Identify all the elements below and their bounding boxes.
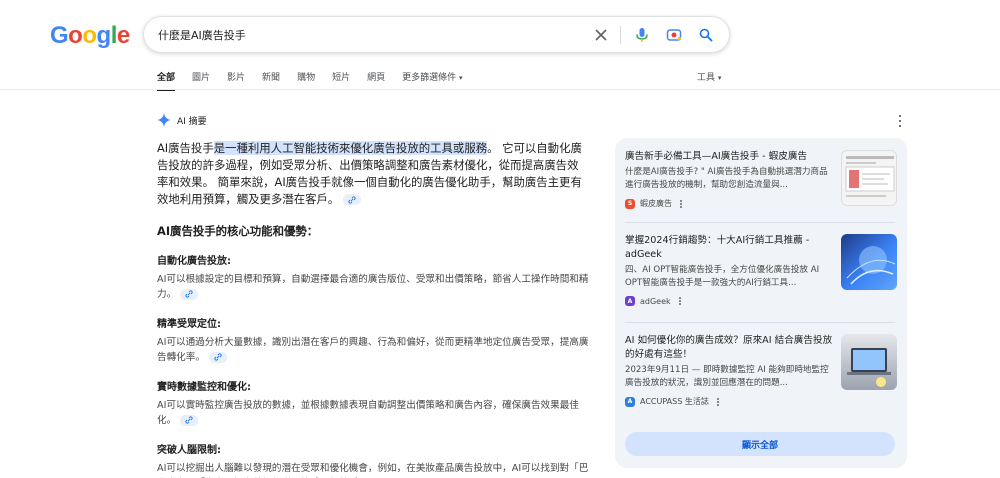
source-site-name: 蝦皮廣告 <box>640 199 672 208</box>
sources-panel: 廣告新手必備工具—AI廣告投手 - 蝦皮廣告 什麼是AI廣告投手? " AI廣告… <box>615 138 907 468</box>
source-card[interactable]: 廣告新手必備工具—AI廣告投手 - 蝦皮廣告 什麼是AI廣告投手? " AI廣告… <box>625 150 897 209</box>
feature-title: 自動化廣告投放: <box>157 256 231 267</box>
tab-shopping[interactable]: 購物 <box>297 70 315 91</box>
card-divider <box>625 322 895 323</box>
source-site: A ACCUPASS 生活誌 <box>625 396 897 407</box>
tab-web[interactable]: 網頁 <box>367 70 385 91</box>
source-snippet: 2023年9月11日 — 即時數據監控 AI 能夠即時地監控廣告投放的狀況，識別… <box>625 365 829 388</box>
chevron-down-icon: ▾ <box>459 74 463 82</box>
chevron-down-icon: ▾ <box>717 74 722 82</box>
accupass-favicon-icon: A <box>625 396 635 407</box>
lead-subject: AI廣告投手 <box>157 141 214 155</box>
microphone-icon[interactable] <box>631 24 653 46</box>
header-divider <box>0 89 1000 90</box>
source-title[interactable]: 廣告新手必備工具—AI廣告投手 - 蝦皮廣告 <box>625 150 833 164</box>
source-thumbnail <box>841 234 897 290</box>
section-title: AI廣告投手的核心功能和優勢： <box>157 224 319 238</box>
feature-text: AI可以根據設定的目標和預算，自動選擇最合適的廣告版位、受眾和出價策略，節省人工… <box>157 274 589 300</box>
tab-images[interactable]: 圖片 <box>192 70 210 91</box>
source-link-icon[interactable] <box>180 288 199 300</box>
source-snippet: 什麼是AI廣告投手? " AI廣告投手為自動挑選潛力商品進行廣告投放的機制，幫助… <box>625 167 828 190</box>
source-site: A adGeek <box>625 296 897 306</box>
more-options-icon[interactable] <box>896 115 904 127</box>
shopee-favicon-icon: S <box>625 198 635 209</box>
source-link-icon[interactable] <box>180 414 199 426</box>
more-options-icon[interactable] <box>678 297 681 305</box>
source-card[interactable]: 掌握2024行銷趨勢：十大AI行銷工具推薦 - adGeek 四、AI OPT智… <box>625 234 897 306</box>
ai-overview-header: AI 摘要 <box>157 113 207 127</box>
search-tabs: 全部 圖片 影片 新聞 購物 短片 網頁 更多篩選條件 ▾ <box>157 70 480 91</box>
clear-icon[interactable] <box>590 24 612 46</box>
search-divider <box>620 25 621 44</box>
ai-overview-lead: AI廣告投手是一種利用人工智能技術來優化廣告投放的工具或服務。 它可以自動化廣告… <box>157 140 589 208</box>
source-thumbnail <box>841 334 897 390</box>
source-link-icon[interactable] <box>343 194 362 205</box>
adgeek-favicon-icon: A <box>625 296 635 306</box>
google-logo[interactable]: Google <box>50 22 130 50</box>
tab-videos[interactable]: 影片 <box>227 70 245 91</box>
tab-more-filters[interactable]: 更多篩選條件 ▾ <box>402 70 462 91</box>
feature-text: AI可以實時監控廣告投放的數據，並根據數據表現自動調整出價策略和廣告內容，確保廣… <box>157 400 579 426</box>
search-box[interactable] <box>143 16 730 53</box>
source-site-name: ACCUPASS 生活誌 <box>640 397 709 406</box>
search-input[interactable] <box>158 28 580 41</box>
feature-body: AI可以通過分析大量數據，識別出潛在客戶的興趣、行為和偏好，從而更精準地定位廣告… <box>157 335 589 365</box>
more-options-icon[interactable] <box>716 397 719 406</box>
feature-body: AI可以根據設定的目標和預算，自動選擇最合適的廣告版位、受眾和出價策略，節省人工… <box>157 272 589 302</box>
source-snippet: 四、AI OPT智能廣告投手，全方位優化廣告投放 AI OPT智能廣告投手是一款… <box>625 265 820 288</box>
source-link-icon[interactable] <box>208 351 227 363</box>
feature-title: 突破人腦限制: <box>157 445 221 456</box>
more-filters-label: 更多篩選條件 <box>402 73 457 83</box>
feature-body: AI可以實時監控廣告投放的數據，並根據數據表現自動調整出價策略和廣告內容，確保廣… <box>157 398 589 428</box>
tab-news[interactable]: 新聞 <box>262 70 280 91</box>
card-divider <box>625 222 895 223</box>
lead-highlight: 是一種利用人工智能技術來優化廣告投放的工具或服務 <box>213 141 488 155</box>
feature-title: 精準受眾定位: <box>157 319 221 330</box>
tab-all[interactable]: 全部 <box>157 70 176 91</box>
tab-short-videos[interactable]: 短片 <box>332 70 350 91</box>
feature-body: AI可以挖掘出人腦難以發現的潛在受眾和優化機會，例如，在美妝產品廣告投放中，AI… <box>157 461 589 478</box>
source-card[interactable]: AI 如何優化你的廣告成效？原來AI 結合廣告投放的好處有這些！ 2023年9月… <box>625 334 897 407</box>
feature-title: 實時數據監控和優化: <box>157 382 251 393</box>
more-options-icon[interactable] <box>680 199 682 208</box>
ai-overview-title: AI 摘要 <box>177 116 207 127</box>
feature-text: AI可以挖掘出人腦難以發現的潛在受眾和優化機會，例如，在美妝產品廣告投放中，AI… <box>157 463 589 474</box>
source-title[interactable]: AI 如何優化你的廣告成效？原來AI 結合廣告投放的好處有這些！ <box>625 334 833 362</box>
tools-menu[interactable]: 工具 ▾ <box>697 70 721 83</box>
source-thumbnail <box>841 150 897 206</box>
tools-label: 工具 <box>697 73 716 83</box>
source-title[interactable]: 掌握2024行銷趨勢：十大AI行銷工具推薦 - adGeek <box>625 234 833 262</box>
gemini-sparkle-icon <box>157 113 171 127</box>
camera-lens-icon[interactable] <box>663 24 685 46</box>
source-site-name: adGeek <box>640 296 671 306</box>
ai-overview-body: AI廣告投手是一種利用人工智能技術來優化廣告投放的工具或服務。 它可以自動化廣告… <box>157 140 589 478</box>
search-icon[interactable] <box>695 24 717 46</box>
show-all-button[interactable]: 顯示全部 <box>625 432 895 456</box>
